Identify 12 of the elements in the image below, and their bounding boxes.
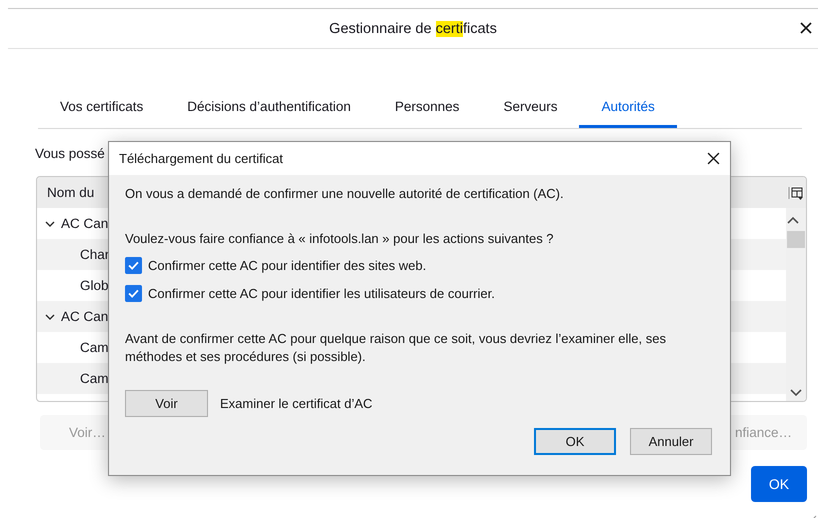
row-label: AC Can [61,216,108,231]
row-label: Cam [80,371,109,386]
row-label: Char [80,247,110,262]
question-text: Voulez-vous faire confiance à « infotools.lan » pour les actions suivantes ? [125,230,555,248]
window-title: Gestionnaire de certificats [329,20,497,36]
view-label: Examiner le certificat d’AC [220,396,372,411]
warning-text: Avant de confirmer cette AC pour quelque raison que ce soit, vous devriez l’examiner elle, ses méthodes et ses procédures (si possible). [125,330,667,366]
message-text: On vous a demandé de confirmer une nouvelle autorité de certification (AC). [125,185,565,203]
column-title: Nom du [47,185,94,200]
intro-text: Vous possé [35,146,105,161]
row-label: AC Can [61,309,108,324]
dialog-title: Téléchargement du certificat [119,151,284,166]
